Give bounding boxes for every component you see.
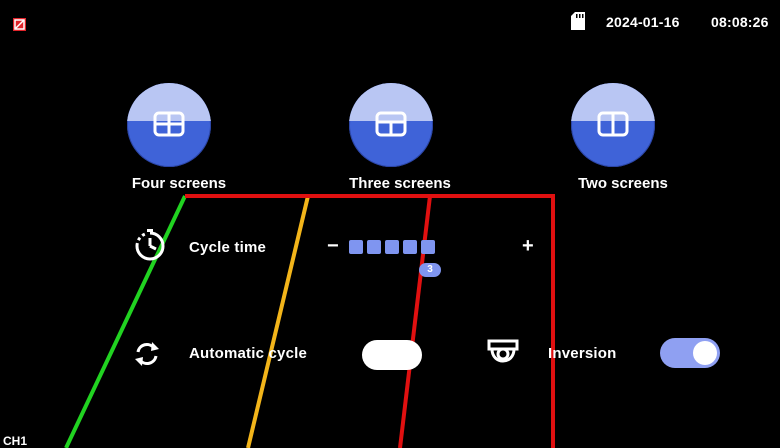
cycle-time-segment <box>349 240 363 254</box>
camera-settings-screen: 2024-01-16 08:08:26 Four screens Three s… <box>0 0 780 448</box>
cycle-time-value: 3 <box>427 264 433 275</box>
three-screens-button[interactable] <box>349 83 433 167</box>
inversion-toggle[interactable] <box>660 338 720 368</box>
four-screens-button[interactable] <box>127 83 211 167</box>
guide-line-red <box>185 194 555 448</box>
four-grid-icon <box>153 111 185 137</box>
inversion-toggle-knob <box>693 341 717 365</box>
sd-card-icon <box>571 12 585 35</box>
timer-icon <box>132 228 168 269</box>
camera-icon <box>486 337 520 374</box>
three-screens-label: Three screens <box>349 175 451 192</box>
cycle-time-value-badge: 3 <box>419 263 441 277</box>
refresh-icon <box>132 339 162 374</box>
automatic-cycle-toggle[interactable] <box>362 340 422 370</box>
guide-line-yellow <box>246 195 310 448</box>
status-time: 08:08:26 <box>711 14 769 30</box>
inversion-label: Inversion <box>548 345 617 362</box>
two-screens-button[interactable] <box>571 83 655 167</box>
cycle-time-segment <box>385 240 399 254</box>
two-screens-label: Two screens <box>578 175 668 192</box>
automatic-cycle-label: Automatic cycle <box>189 345 308 362</box>
guide-line-red-inner <box>398 195 432 448</box>
status-date: 2024-01-16 <box>606 14 680 30</box>
automatic-cycle-toggle-knob <box>365 343 389 367</box>
cycle-time-decrease-button[interactable]: − <box>327 235 339 258</box>
no-signal-icon <box>13 18 26 31</box>
cycle-time-segment <box>403 240 417 254</box>
cycle-time-increase-button[interactable]: + <box>522 235 534 258</box>
cycle-time-label: Cycle time <box>189 239 267 256</box>
four-screens-label: Four screens <box>131 175 227 192</box>
parking-guide-lines <box>64 194 555 448</box>
cycle-time-segment <box>421 240 435 254</box>
two-grid-icon <box>597 111 629 137</box>
cycle-time-segment <box>367 240 381 254</box>
three-grid-icon <box>375 111 407 137</box>
channel-label: CH1 <box>3 434 28 448</box>
